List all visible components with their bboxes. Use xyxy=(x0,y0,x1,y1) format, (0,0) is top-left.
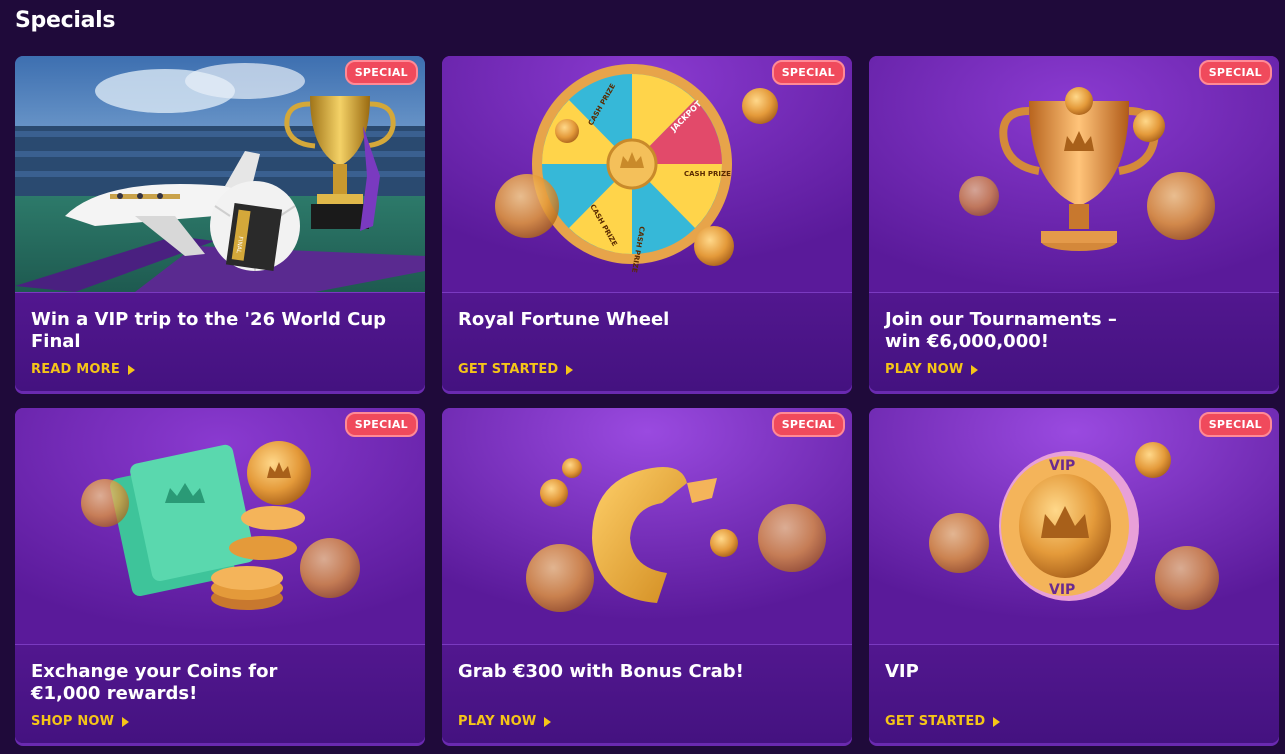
specials-page: Specials SPECIAL FINAL Win a VIP trip to… xyxy=(0,0,1285,754)
card-title: Win a VIP trip to the '26 World Cup Fina… xyxy=(31,309,387,352)
cta-label: READ MORE xyxy=(31,362,120,377)
special-badge: SPECIAL xyxy=(1198,412,1272,437)
promo-card-vip[interactable]: SPECIAL VIP VIP VIP GET STARTED xyxy=(869,408,1279,743)
card-body: Exchange your Coins for €1,000 rewards! … xyxy=(15,644,425,743)
promo-card-tournaments[interactable]: SPECIAL Join our Tournaments – win €6,00… xyxy=(869,56,1279,391)
play-arrow-icon xyxy=(566,364,574,375)
cta-label: PLAY NOW xyxy=(458,714,537,729)
svg-text:VIP: VIP xyxy=(1049,582,1075,598)
special-badge: SPECIAL xyxy=(771,412,845,437)
special-badge: SPECIAL xyxy=(771,60,845,85)
card-title: Grab €300 with Bonus Crab! xyxy=(458,661,744,682)
card-body: Royal Fortune Wheel GET STARTED xyxy=(442,292,852,391)
card-body: Grab €300 with Bonus Crab! PLAY NOW xyxy=(442,644,852,743)
vip-coin-icon: VIP VIP xyxy=(999,451,1139,601)
play-arrow-icon xyxy=(127,364,135,375)
card-title: VIP xyxy=(885,661,919,682)
shop-now-link[interactable]: SHOP NOW xyxy=(31,714,130,729)
play-arrow-icon xyxy=(993,716,1001,727)
card-title: Exchange your Coins for €1,000 rewards! xyxy=(31,661,278,704)
tournaments-artwork xyxy=(869,56,1279,292)
get-started-link[interactable]: GET STARTED xyxy=(885,714,1001,729)
ticket-icon: FINAL xyxy=(225,202,283,272)
world-cup-artwork: FINAL xyxy=(15,56,425,292)
read-more-link[interactable]: READ MORE xyxy=(31,362,135,377)
promo-card-fortune-wheel[interactable]: SPECIAL JACKPOT CASH PRIZE CASH PRIZE CA… xyxy=(442,56,852,391)
fortune-wheel-artwork: JACKPOT CASH PRIZE CASH PRIZE CASH PRIZE… xyxy=(442,56,852,292)
card-title: Royal Fortune Wheel xyxy=(458,309,670,330)
cta-label: PLAY NOW xyxy=(885,362,964,377)
get-started-link[interactable]: GET STARTED xyxy=(458,362,574,377)
svg-text:VIP: VIP xyxy=(1049,458,1075,474)
special-badge: SPECIAL xyxy=(1198,60,1272,85)
play-arrow-icon xyxy=(122,716,130,727)
vip-artwork: VIP VIP xyxy=(869,408,1279,644)
specials-grid: SPECIAL FINAL Win a VIP trip to the '26 … xyxy=(15,56,1279,746)
play-arrow-icon xyxy=(544,716,552,727)
card-body: Join our Tournaments – win €6,000,000! P… xyxy=(869,292,1279,391)
promo-card-world-cup[interactable]: SPECIAL FINAL Win a VIP trip to the '26 … xyxy=(15,56,425,391)
promo-card-bonus-crab[interactable]: SPECIAL Grab €300 with Bonus Crab! PLAY … xyxy=(442,408,852,743)
play-now-link[interactable]: PLAY NOW xyxy=(885,362,979,377)
play-arrow-icon xyxy=(971,364,979,375)
cta-label: GET STARTED xyxy=(885,714,986,729)
special-badge: SPECIAL xyxy=(344,412,418,437)
cta-label: GET STARTED xyxy=(458,362,559,377)
promo-card-coin-exchange[interactable]: SPECIAL Exchange your Coins for €1,000 r… xyxy=(15,408,425,743)
play-now-link[interactable]: PLAY NOW xyxy=(458,714,552,729)
card-body: VIP GET STARTED xyxy=(869,644,1279,743)
bonus-crab-artwork xyxy=(442,408,852,644)
cta-label: SHOP NOW xyxy=(31,714,115,729)
special-badge: SPECIAL xyxy=(344,60,418,85)
coin-exchange-artwork xyxy=(15,408,425,644)
section-title: Specials xyxy=(15,8,116,33)
card-title: Join our Tournaments – win €6,000,000! xyxy=(885,309,1117,352)
svg-text:CASH PRIZE: CASH PRIZE xyxy=(684,170,731,178)
card-body: Win a VIP trip to the '26 World Cup Fina… xyxy=(15,292,425,391)
